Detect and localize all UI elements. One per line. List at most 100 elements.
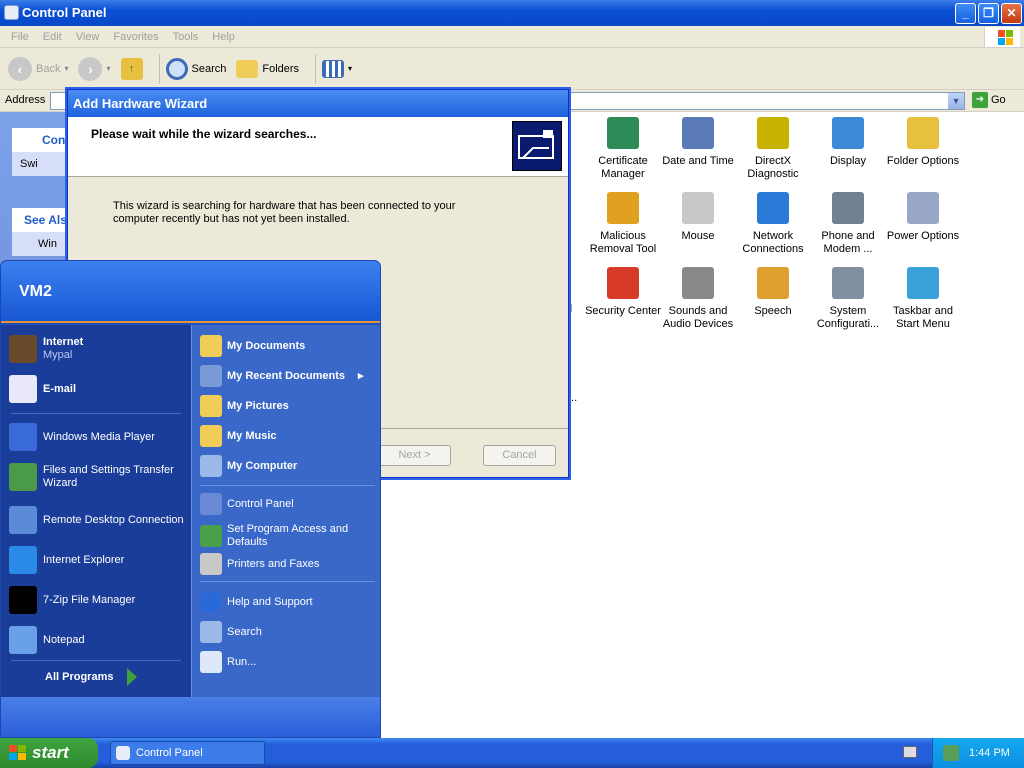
cp-item[interactable]: DirectX Diagnostic [735,117,811,181]
folders-label: Folders [262,62,300,75]
cp-item[interactable]: Folder Options [885,117,961,168]
menu-tools[interactable]: Tools [166,31,206,43]
cp-item[interactable]: Sounds and Audio Devices [660,267,736,331]
cancel-button[interactable]: Cancel [483,445,556,466]
folders-button[interactable]: Folders [236,59,300,78]
search-label: Search [191,62,227,75]
places-item[interactable]: My Pictures [200,395,289,417]
recent-program-item[interactable]: Remote Desktop Connection [9,506,189,534]
power-icon [907,192,939,224]
recent-program-item[interactable]: Internet Explorer [9,546,189,574]
cp-item[interactable]: Network Connections [735,192,811,256]
cp-item-label: System Configurati... [816,305,880,330]
back-button[interactable]: ‹ Back ▾ [8,56,68,81]
program-access-icon [200,525,222,547]
start-menu-header: VM2 [1,261,380,323]
speech-icon [757,267,789,299]
window-titlebar[interactable]: Control Panel _ ❐ ✕ [0,0,1024,26]
windows-update-link[interactable]: Win [12,232,68,256]
cp-item[interactable]: Mouse [660,192,736,243]
clock-icon [682,117,714,149]
settings-item[interactable]: Run... [200,651,375,673]
email-icon [9,375,37,403]
recent-program-item[interactable]: Files and Settings Transfer Wizard [9,463,189,491]
minimize-button[interactable]: _ [955,3,976,24]
recent-program-item[interactable]: Notepad [9,626,189,654]
folder-icon [907,117,939,149]
taskbar: start Control Panel 1:44 PM [0,738,1024,768]
places-item-label: My Pictures [227,399,289,412]
all-programs-button[interactable]: All Programs [45,668,138,686]
printer-icon [200,553,222,575]
cp-item[interactable]: Speech [735,267,811,318]
pinned-item-label: E-mail [43,382,77,395]
recent-program-item[interactable]: Windows Media Player [9,423,189,451]
mouse-icon [682,192,714,224]
places-item[interactable]: My Music [200,425,277,447]
cp-item[interactable]: Taskbar and Start Menu [885,267,961,331]
settings-item[interactable]: Help and Support [200,591,375,613]
go-button[interactable]: ➔ Go [972,92,1006,108]
menu-edit[interactable]: Edit [36,31,69,43]
up-folder-button[interactable]: ↑ [120,57,143,80]
recent-program-label: 7-Zip File Manager [43,593,136,606]
pinned-item[interactable]: Internet Mypal [9,335,83,363]
taskbar-button-control-panel[interactable]: Control Panel [110,741,265,765]
menu-view[interactable]: View [69,31,107,43]
control-panel-icon [116,746,130,760]
next-button[interactable]: Next > [378,445,451,466]
directx-icon [757,117,789,149]
go-label: Go [991,94,1006,106]
recent-program-item[interactable]: 7-Zip File Manager [9,586,189,614]
maximize-button[interactable]: ❐ [978,3,999,24]
phone-icon [832,192,864,224]
menu-help[interactable]: Help [205,31,242,43]
transfer-wizard-icon [9,463,37,491]
task-box-heading[interactable]: Con [12,128,68,152]
settings-item[interactable]: Search [200,621,375,643]
cp-item[interactable]: Security Center [585,267,661,318]
menu-file[interactable]: File [4,31,36,43]
settings-item[interactable]: Control Panel [200,493,375,515]
all-programs-label: All Programs [45,671,114,683]
cp-item-label: Speech [754,305,792,317]
places-item[interactable]: My Computer [200,455,297,477]
keyboard-icon[interactable] [903,746,917,758]
clock[interactable]: 1:44 PM [969,747,1010,759]
places-item-label: My Documents [227,339,306,352]
cp-item[interactable]: System Configurati... [810,267,886,331]
see-also-heading[interactable]: See Als [12,208,68,232]
forward-button[interactable]: › ▾ [78,56,111,81]
go-arrow-icon: ➔ [972,92,988,108]
search-button[interactable]: Search [165,57,227,80]
cp-item-label: Mouse [681,230,715,242]
views-icon [322,59,345,78]
cp-item[interactable]: Malicious Removal Tool [585,192,661,256]
wizard-titlebar[interactable]: Add Hardware Wizard [68,90,568,117]
settings-item[interactable]: Printers and Faxes [200,553,375,575]
green-arrow-icon [127,668,138,686]
close-button[interactable]: ✕ [1001,3,1022,24]
taskbar-icon [907,267,939,299]
views-button[interactable]: ▾ [322,59,352,78]
address-dropdown-button[interactable]: ▼ [948,93,964,109]
cp-item[interactable]: Power Options [885,192,961,243]
switch-view-link[interactable]: Swi [12,152,68,176]
settings-item[interactable]: Set Program Access and Defaults [200,523,375,549]
tray-app-icon[interactable] [943,745,959,761]
places-item[interactable]: My Recent Documents ▸ [200,365,364,387]
start-menu-left-pane: Internet Mypal E-mail Windows Media Player F… [1,325,191,697]
settings-item-label: Set Program Access and Defaults [227,523,349,548]
cp-item[interactable]: Display [810,117,886,168]
task-box-see-also: See Als Win [12,208,68,256]
cp-item[interactable]: Date and Time [660,117,736,168]
places-item[interactable]: My Documents [200,335,305,357]
menu-favorites[interactable]: Favorites [106,31,165,43]
recent-docs-icon [200,365,222,387]
pinned-item[interactable]: E-mail [9,375,76,403]
certificate-icon [607,117,639,149]
start-button[interactable]: start [0,738,98,768]
cp-item[interactable]: Certificate Manager [585,117,661,181]
settings-item-label: Help and Support [227,595,313,608]
cp-item[interactable]: Phone and Modem ... [810,192,886,256]
